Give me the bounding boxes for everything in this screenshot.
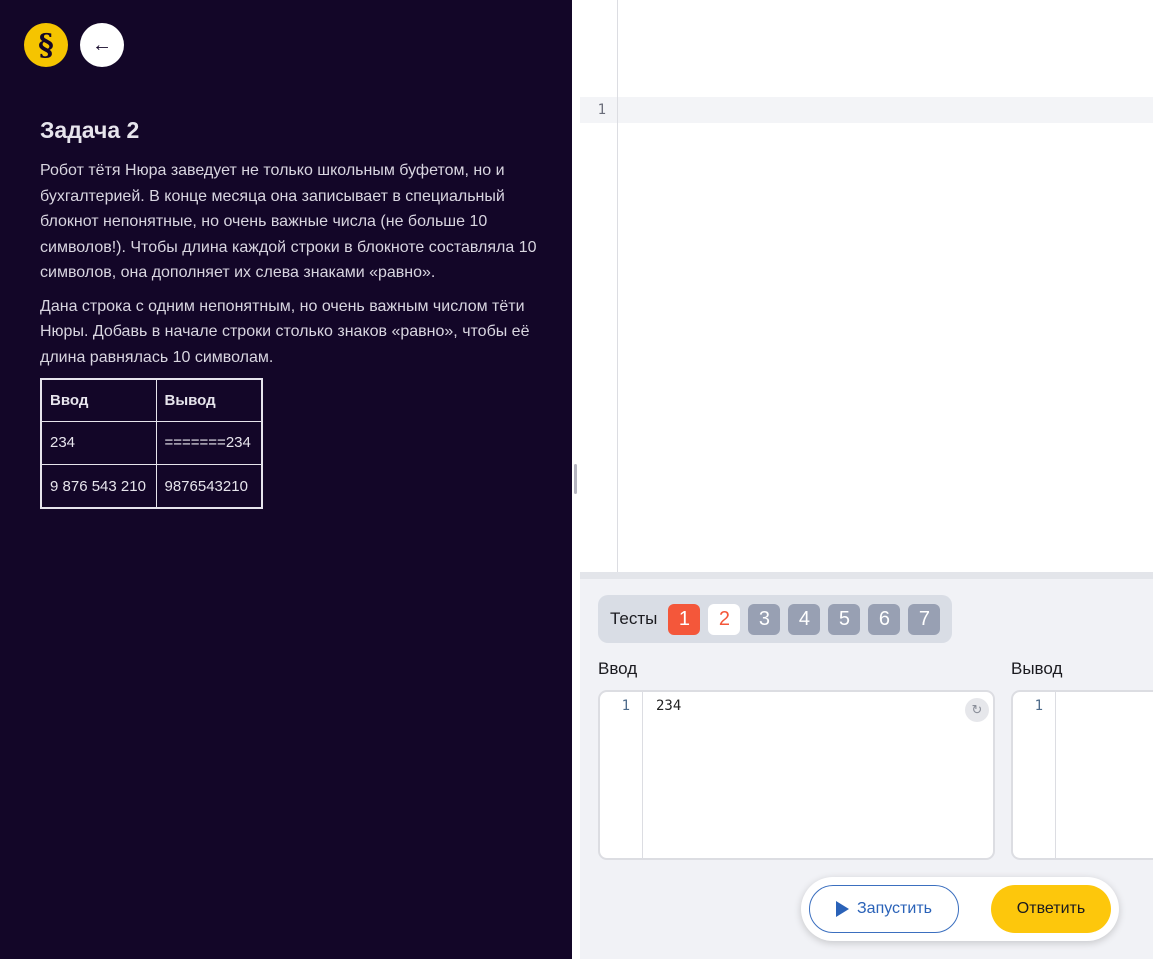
table-cell-output: =======234	[155, 420, 263, 465]
output-gutter	[1013, 692, 1056, 858]
table-cell-output: 9876543210	[155, 464, 263, 509]
solution-panel: 1 Тесты 1 2 3 4 5 6 7 Ввод Вывод 1 234 ↻…	[580, 0, 1153, 959]
table-row: 234 =======234	[40, 420, 263, 465]
panel-resize-handle[interactable]	[574, 464, 577, 494]
table-row: 9 876 543 210 9876543210	[40, 464, 263, 509]
test-tab-2[interactable]: 2	[708, 603, 741, 635]
table-header-output: Вывод	[155, 378, 263, 422]
examples-table: Ввод Вывод 234 =======234 9 876 543 210 …	[40, 378, 263, 509]
editor-line-number: 1	[597, 102, 606, 118]
action-bar: Запустить Ответить	[801, 877, 1119, 941]
input-value: 234	[656, 698, 682, 714]
output-editor: 1	[1011, 690, 1153, 860]
tests-label: Тесты	[610, 609, 658, 628]
task-description: Задача 2 Робот тётя Нюра заведует не тол…	[40, 116, 550, 509]
table-cell-input: 234	[40, 420, 157, 465]
test-tab-4[interactable]: 4	[788, 603, 821, 635]
submit-button[interactable]: Ответить	[991, 885, 1111, 933]
test-tab-1[interactable]: 1	[668, 603, 701, 635]
reset-icon[interactable]: ↻	[965, 698, 989, 722]
table-header-row: Ввод Вывод	[40, 378, 263, 422]
active-line-highlight	[580, 97, 1153, 123]
input-label: Ввод	[598, 659, 638, 678]
output-line-number: 1	[1034, 698, 1043, 714]
tests-bar: Тесты 1 2 3 4 5 6 7	[598, 595, 952, 643]
back-button[interactable]: ←	[80, 23, 124, 67]
task-title: Задача 2	[40, 117, 140, 143]
test-tab-6[interactable]: 6	[868, 603, 901, 635]
input-line-number: 1	[621, 698, 630, 714]
input-gutter	[600, 692, 643, 858]
play-icon	[836, 901, 849, 917]
editor-gutter	[580, 0, 618, 572]
table-header-input: Ввод	[40, 378, 157, 422]
test-tab-3[interactable]: 3	[748, 603, 781, 635]
task-panel: § ← Задача 2 Робот тётя Нюра заведует не…	[0, 0, 572, 959]
editor-resize-bar[interactable]	[580, 572, 1153, 579]
output-label: Вывод	[1011, 659, 1063, 678]
run-button[interactable]: Запустить	[809, 885, 959, 933]
input-editor[interactable]: 1 234 ↻	[598, 690, 995, 860]
task-paragraph-2: Дана строка с одним непонятным, но очень…	[40, 297, 530, 366]
code-editor[interactable]: 1	[580, 0, 1153, 572]
table-cell-input: 9 876 543 210	[40, 464, 157, 509]
task-paragraph-1: Робот тётя Нюра заведует не только школь…	[40, 162, 537, 281]
run-button-label: Запустить	[857, 900, 932, 917]
test-tab-5[interactable]: 5	[828, 603, 861, 635]
test-tab-7[interactable]: 7	[908, 603, 941, 635]
logo-icon[interactable]: §	[24, 23, 68, 67]
arrow-left-icon: ←	[92, 33, 112, 56]
